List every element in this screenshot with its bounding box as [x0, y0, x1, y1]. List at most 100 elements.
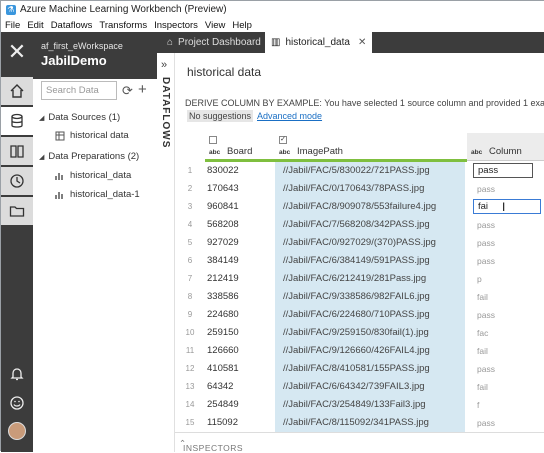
cell-derived[interactable]: pass — [467, 180, 544, 198]
menu-edit[interactable]: Edit — [27, 20, 43, 31]
notifications-button[interactable] — [1, 360, 33, 388]
column-header-derived[interactable]: abc Column — [467, 133, 544, 161]
add-icon[interactable]: + — [138, 81, 147, 98]
table-row[interactable]: 11 126660//Jabil/FAC/9/126660/426FAIL4.jp… — [175, 342, 544, 360]
menu-transforms[interactable]: Transforms — [99, 20, 147, 31]
example-input-active[interactable]: fai — [473, 199, 541, 214]
cell-imagepath[interactable]: //Jabil/FAC/6/224680/710PASS.jpg — [275, 306, 465, 324]
close-icon[interactable]: ✕ — [6, 41, 28, 63]
cell-imagepath[interactable]: //Jabil/FAC/9/126660/426FAIL4.jpg — [275, 342, 465, 360]
cell-derived[interactable]: fac — [467, 324, 544, 342]
cell-imagepath[interactable]: //Jabil/FAC/7/568208/342PASS.jpg — [275, 216, 465, 234]
table-row[interactable]: 7 212419//Jabil/FAC/6/212419/281Pass.jpg p — [175, 270, 544, 288]
data-preparations-group[interactable]: ◢ Data Preparations (2) — [39, 151, 139, 162]
cell-derived[interactable]: pass — [467, 252, 544, 270]
menu-inspectors[interactable]: Inspectors — [154, 20, 198, 31]
close-tab-icon[interactable]: ✕ — [358, 37, 366, 48]
column-checkbox-checked[interactable]: ✓ — [279, 136, 287, 144]
cell-imagepath[interactable]: //Jabil/FAC/3/254849/133Fail3.jpg — [275, 396, 465, 414]
cell-derived[interactable]: p — [467, 270, 544, 288]
cell-board[interactable]: 126660 — [207, 342, 275, 360]
cell-imagepath[interactable]: //Jabil/FAC/8/115092/341PASS.jpg — [275, 414, 465, 432]
menu-file[interactable]: File — [5, 20, 20, 31]
cell-derived[interactable]: fail — [467, 342, 544, 360]
cell-imagepath[interactable]: //Jabil/FAC/8/909078/553failure4.jpg — [275, 198, 465, 216]
data-sources-group[interactable]: ◢ Data Sources (1) — [39, 112, 120, 123]
cell-board[interactable]: 960841 — [207, 198, 275, 216]
data-nav-button[interactable] — [1, 107, 33, 135]
folder-icon — [9, 206, 25, 217]
table-row[interactable]: 10 259150//Jabil/FAC/9/259150/830fail(1).… — [175, 324, 544, 342]
table-row[interactable]: 6 384149//Jabil/FAC/6/384149/591PASS.jpg p… — [175, 252, 544, 270]
tree-item-historical-data-1[interactable]: historical_data-1 — [55, 189, 140, 200]
table-row[interactable]: 12 410581//Jabil/FAC/8/410581/155PASS.jpg… — [175, 360, 544, 378]
tree-item-historical-data-prep[interactable]: historical_data — [55, 170, 131, 181]
expand-chevron-icon[interactable]: » — [161, 59, 167, 71]
table-row[interactable]: 15 115092//Jabil/FAC/8/115092/341PASS.jpg… — [175, 414, 544, 432]
type-icon: abc — [279, 149, 291, 156]
cell-derived[interactable]: pass — [467, 306, 544, 324]
table-row[interactable]: 4 568208//Jabil/FAC/7/568208/342PASS.jpg p… — [175, 216, 544, 234]
menu-help[interactable]: Help — [232, 20, 252, 31]
feedback-button[interactable] — [1, 389, 33, 417]
advanced-mode-link[interactable]: Advanced mode — [257, 111, 322, 121]
avatar[interactable] — [8, 422, 26, 440]
tab-label: historical_data — [285, 37, 350, 48]
tab-historical-data[interactable]: ▥ historical_data ✕ — [265, 32, 373, 53]
table-row[interactable]: 1 830022//Jabil/FAC/5/830022/721PASS.jpg p… — [175, 162, 544, 180]
dataflows-strip[interactable]: » DATAFLOWS — [157, 53, 175, 452]
menu-dataflows[interactable]: Dataflows — [51, 20, 93, 31]
cell-derived[interactable]: f — [467, 396, 544, 414]
cell-derived[interactable]: fail — [467, 288, 544, 306]
cell-board[interactable]: 224680 — [207, 306, 275, 324]
cell-board[interactable]: 259150 — [207, 324, 275, 342]
inspectors-bar[interactable]: ⌃ INSPECTORS — [175, 432, 544, 453]
cell-board[interactable]: 568208 — [207, 216, 275, 234]
cell-board[interactable]: 927029 — [207, 234, 275, 252]
cell-imagepath[interactable]: //Jabil/FAC/6/212419/281Pass.jpg — [275, 270, 465, 288]
column-header-board[interactable]: abc Board — [205, 133, 275, 162]
cell-imagepath[interactable]: //Jabil/FAC/6/384149/591PASS.jpg — [275, 252, 465, 270]
table-row[interactable]: 13 64342//Jabil/FAC/6/64342/739FAIL3.jpg f… — [175, 378, 544, 396]
cell-imagepath[interactable]: //Jabil/FAC/9/338586/982FAIL6.jpg — [275, 288, 465, 306]
table-row[interactable]: 8 338586//Jabil/FAC/9/338586/982FAIL6.jpg… — [175, 288, 544, 306]
cell-imagepath[interactable]: //Jabil/FAC/9/259150/830fail(1).jpg — [275, 324, 465, 342]
runs-nav-button[interactable] — [1, 167, 33, 195]
tree-item-historical-data[interactable]: historical data — [55, 130, 129, 141]
cell-imagepath[interactable]: //Jabil/FAC/5/830022/721PASS.jpg — [275, 162, 465, 180]
cell-imagepath[interactable]: //Jabil/FAC/8/410581/155PASS.jpg — [275, 360, 465, 378]
table-row[interactable]: 3 960841//Jabil/FAC/8/909078/553failure4.… — [175, 198, 544, 216]
notebooks-nav-button[interactable] — [1, 137, 33, 165]
table-row[interactable]: 5 927029//Jabil/FAC/0/927029/(370)PASS.jp… — [175, 234, 544, 252]
cell-board[interactable]: 830022 — [207, 162, 275, 180]
cell-board[interactable]: 115092 — [207, 414, 275, 432]
table-row[interactable]: 2 170643//Jabil/FAC/0/170643/78PASS.jpg pa… — [175, 180, 544, 198]
cell-board[interactable]: 338586 — [207, 288, 275, 306]
home-nav-button[interactable] — [1, 77, 33, 105]
cell-board[interactable]: 212419 — [207, 270, 275, 288]
cell-board[interactable]: 410581 — [207, 360, 275, 378]
column-header-imagepath[interactable]: ✓ abc ImagePath — [275, 133, 467, 162]
cell-board[interactable]: 170643 — [207, 180, 275, 198]
cell-board[interactable]: 254849 — [207, 396, 275, 414]
cell-derived[interactable]: pass — [467, 414, 544, 432]
search-data-input[interactable]: Search Data — [41, 81, 117, 100]
cell-derived[interactable]: fail — [467, 378, 544, 396]
table-row[interactable]: 14 254849//Jabil/FAC/3/254849/133Fail3.jp… — [175, 396, 544, 414]
column-checkbox[interactable] — [209, 136, 217, 144]
files-nav-button[interactable] — [1, 197, 33, 225]
menu-view[interactable]: View — [205, 20, 225, 31]
text-cursor-icon: I — [502, 200, 506, 214]
table-row[interactable]: 9 224680//Jabil/FAC/6/224680/710PASS.jpg p… — [175, 306, 544, 324]
example-input[interactable]: pass — [473, 163, 533, 178]
cell-board[interactable]: 384149 — [207, 252, 275, 270]
cell-derived[interactable]: pass — [467, 234, 544, 252]
cell-derived[interactable]: pass — [467, 360, 544, 378]
refresh-icon[interactable]: ⟳ — [122, 83, 133, 99]
cell-board[interactable]: 64342 — [207, 378, 275, 396]
cell-imagepath[interactable]: //Jabil/FAC/6/64342/739FAIL3.jpg — [275, 378, 465, 396]
tab-project-dashboard[interactable]: ⌂ Project Dashboard — [161, 32, 267, 53]
cell-derived[interactable]: pass — [467, 216, 544, 234]
cell-imagepath[interactable]: //Jabil/FAC/0/170643/78PASS.jpg — [275, 180, 465, 198]
cell-imagepath[interactable]: //Jabil/FAC/0/927029/(370)PASS.jpg — [275, 234, 465, 252]
